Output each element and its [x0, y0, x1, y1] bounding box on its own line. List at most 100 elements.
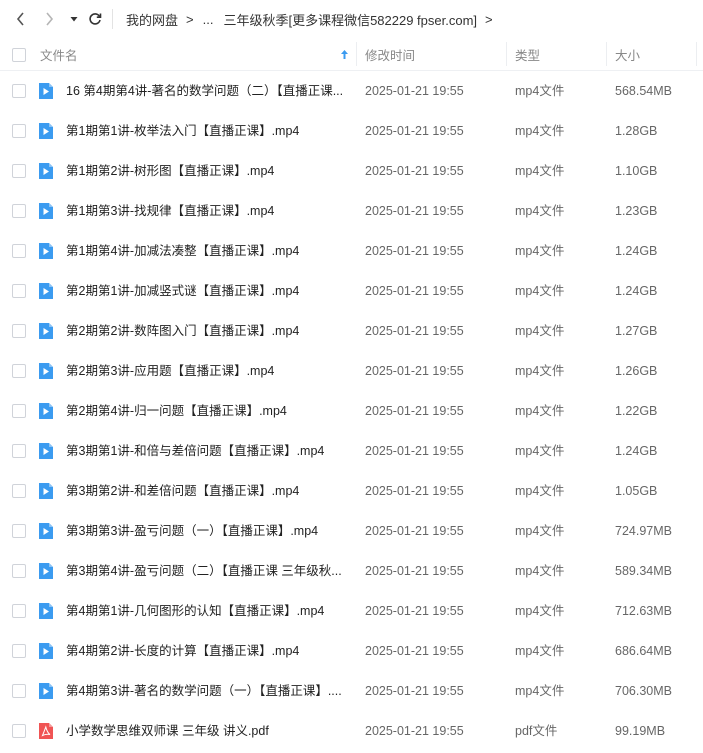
video-file-icon	[39, 643, 53, 659]
file-modified-time: 2025-01-21 19:55	[365, 364, 464, 378]
row-checkbox[interactable]	[12, 724, 26, 738]
column-header-type-label: 类型	[515, 48, 541, 63]
file-row[interactable]: 小学数学思维双师课 三年级 讲义.pdf 2025-01-21 19:55 pdf文…	[0, 711, 703, 751]
file-row[interactable]: 第1期第1讲-枚举法入门【直播正课】.mp4 2025-01-21 19:55 mp…	[0, 111, 703, 151]
back-button[interactable]	[12, 10, 30, 28]
toolbar-divider	[112, 9, 113, 29]
file-size: 1.22GB	[615, 404, 658, 418]
video-file-icon	[39, 523, 53, 539]
file-row[interactable]: 第4期第2讲-长度的计算【直播正课】.mp4 2025-01-21 19:55 mp…	[0, 631, 703, 671]
row-checkbox[interactable]	[12, 484, 26, 498]
file-type: mp4文件	[515, 84, 565, 98]
row-checkbox[interactable]	[12, 164, 26, 178]
file-name: 第3期第1讲-和倍与差倍问题【直播正课】.mp4	[66, 444, 325, 458]
video-file-icon	[39, 603, 53, 619]
file-type: mp4文件	[515, 284, 565, 298]
video-file-icon	[39, 403, 53, 419]
row-checkbox[interactable]	[12, 444, 26, 458]
file-row[interactable]: 第2期第4讲-归一问题【直播正课】.mp4 2025-01-21 19:55 mp4…	[0, 391, 703, 431]
row-checkbox[interactable]	[12, 204, 26, 218]
file-row[interactable]: 16 第4期第4讲-著名的数学问题（二）【直播正课... 2025-01-21 1…	[0, 71, 703, 111]
forward-button[interactable]	[40, 10, 58, 28]
select-all-checkbox[interactable]	[12, 48, 26, 62]
video-file-icon	[39, 203, 53, 219]
file-name: 第4期第3讲-著名的数学问题（一）【直播正课】....	[66, 684, 342, 698]
file-row[interactable]: 第3期第3讲-盈亏问题（一）【直播正课】.mp4 2025-01-21 19:55…	[0, 511, 703, 551]
column-header-name[interactable]: 文件名	[40, 38, 352, 70]
file-name: 第1期第2讲-树形图【直播正课】.mp4	[66, 164, 275, 178]
video-file-icon	[39, 323, 53, 339]
file-modified-time: 2025-01-21 19:55	[365, 204, 464, 218]
row-checkbox[interactable]	[12, 124, 26, 138]
row-checkbox[interactable]	[12, 84, 26, 98]
file-size: 1.24GB	[615, 444, 658, 458]
file-type: mp4文件	[515, 684, 565, 698]
file-row[interactable]: 第3期第1讲-和倍与差倍问题【直播正课】.mp4 2025-01-21 19:55…	[0, 431, 703, 471]
column-divider[interactable]	[356, 42, 357, 66]
file-type: mp4文件	[515, 324, 565, 338]
file-size: 568.54MB	[615, 84, 672, 98]
breadcrumb-root[interactable]: 我的网盘	[126, 10, 178, 29]
breadcrumb: 我的网盘 > ... 三年级秋季[更多课程微信582229 fpser.com]…	[126, 10, 502, 28]
file-type: pdf文件	[515, 724, 558, 738]
file-name: 第1期第4讲-加减法凑整【直播正课】.mp4	[66, 244, 300, 258]
file-row[interactable]: 第1期第2讲-树形图【直播正课】.mp4 2025-01-21 19:55 mp4文…	[0, 151, 703, 191]
video-file-icon	[39, 683, 53, 699]
row-checkbox[interactable]	[12, 284, 26, 298]
row-checkbox[interactable]	[12, 244, 26, 258]
row-checkbox[interactable]	[12, 644, 26, 658]
row-checkbox[interactable]	[12, 684, 26, 698]
file-type: mp4文件	[515, 564, 565, 578]
file-row[interactable]: 第1期第4讲-加减法凑整【直播正课】.mp4 2025-01-21 19:55 mp…	[0, 231, 703, 271]
file-row[interactable]: 第3期第2讲-和差倍问题【直播正课】.mp4 2025-01-21 19:55 mp…	[0, 471, 703, 511]
column-divider[interactable]	[696, 42, 697, 66]
history-dropdown-button[interactable]	[65, 10, 83, 28]
sort-asc-icon	[341, 49, 348, 59]
column-header-size[interactable]: 大小	[615, 38, 640, 70]
file-modified-time: 2025-01-21 19:55	[365, 564, 464, 578]
file-type: mp4文件	[515, 484, 565, 498]
file-type: mp4文件	[515, 644, 565, 658]
file-size: 724.97MB	[615, 524, 672, 538]
breadcrumb-current[interactable]: 三年级秋季[更多课程微信582229 fpser.com]	[223, 10, 477, 29]
row-checkbox[interactable]	[12, 364, 26, 378]
row-checkbox[interactable]	[12, 524, 26, 538]
file-size: 1.28GB	[615, 124, 658, 138]
sort-arrow-icon[interactable]	[340, 38, 349, 70]
breadcrumb-separator-icon: >	[485, 11, 493, 27]
file-modified-time: 2025-01-21 19:55	[365, 524, 464, 538]
file-row[interactable]: 第1期第3讲-找规律【直播正课】.mp4 2025-01-21 19:55 mp4文…	[0, 191, 703, 231]
column-divider[interactable]	[506, 42, 507, 66]
file-row[interactable]: 第2期第1讲-加减竖式谜【直播正课】.mp4 2025-01-21 19:55 mp…	[0, 271, 703, 311]
file-name: 第4期第1讲-几何图形的认知【直播正课】.mp4	[66, 604, 325, 618]
column-divider[interactable]	[606, 42, 607, 66]
file-modified-time: 2025-01-21 19:55	[365, 444, 464, 458]
column-header-type[interactable]: 类型	[515, 38, 540, 70]
row-checkbox[interactable]	[12, 324, 26, 338]
file-row[interactable]: 第3期第4讲-盈亏问题（二）【直播正课 三年级秋... 2025-01-21 19…	[0, 551, 703, 591]
file-row[interactable]: 第2期第2讲-数阵图入门【直播正课】.mp4 2025-01-21 19:55 mp…	[0, 311, 703, 351]
file-modified-time: 2025-01-21 19:55	[365, 244, 464, 258]
row-checkbox[interactable]	[12, 564, 26, 578]
file-row[interactable]: 第2期第3讲-应用题【直播正课】.mp4 2025-01-21 19:55 mp4文…	[0, 351, 703, 391]
file-row[interactable]: 第4期第3讲-著名的数学问题（一）【直播正课】.... 2025-01-21 19…	[0, 671, 703, 711]
video-file-icon	[39, 443, 53, 459]
file-type: mp4文件	[515, 164, 565, 178]
file-modified-time: 2025-01-21 19:55	[365, 124, 464, 138]
chevron-left-icon	[16, 12, 24, 26]
file-size: 1.05GB	[615, 484, 658, 498]
file-type: mp4文件	[515, 444, 565, 458]
breadcrumb-ellipsis[interactable]: ...	[203, 12, 214, 27]
file-type: mp4文件	[515, 124, 565, 138]
column-header-modified[interactable]: 修改时间	[365, 38, 415, 70]
video-file-icon	[39, 163, 53, 179]
row-checkbox[interactable]	[12, 604, 26, 618]
file-name: 第2期第4讲-归一问题【直播正课】.mp4	[66, 404, 287, 418]
file-size: 1.24GB	[615, 244, 658, 258]
file-name: 第2期第2讲-数阵图入门【直播正课】.mp4	[66, 324, 300, 338]
refresh-button[interactable]	[86, 10, 104, 28]
row-checkbox[interactable]	[12, 404, 26, 418]
file-modified-time: 2025-01-21 19:55	[365, 324, 464, 338]
file-row[interactable]: 第4期第1讲-几何图形的认知【直播正课】.mp4 2025-01-21 19:55…	[0, 591, 703, 631]
file-name: 16 第4期第4讲-著名的数学问题（二）【直播正课...	[66, 84, 344, 98]
